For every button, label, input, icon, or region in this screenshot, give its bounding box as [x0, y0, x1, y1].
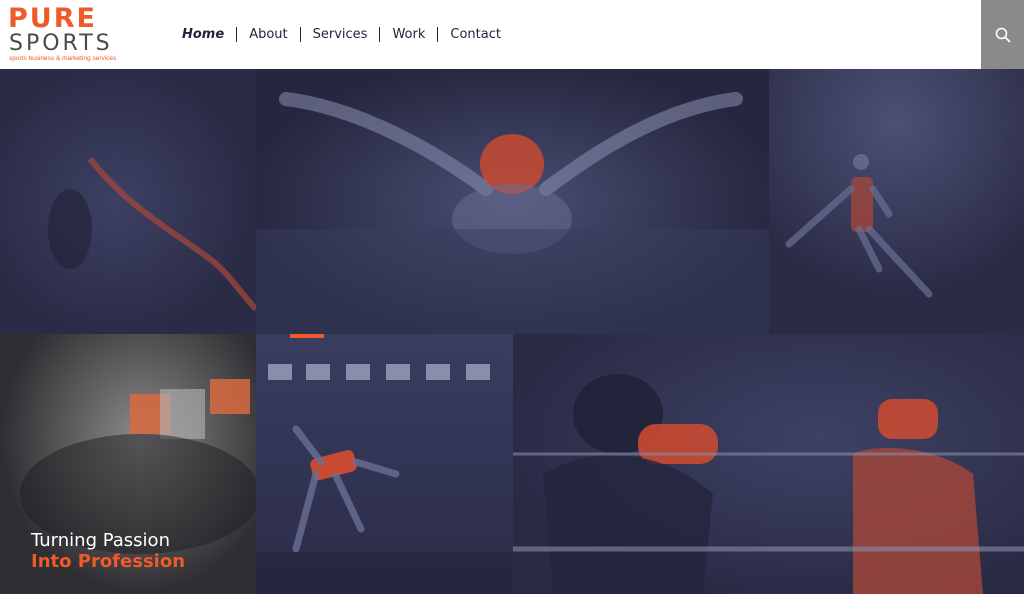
crossfit-rope-photo	[0, 69, 256, 334]
basketball-player-photo	[769, 69, 1024, 334]
player-silhouette	[785, 154, 933, 298]
main-nav: Home About Services Work Contact	[182, 24, 501, 44]
nav-divider	[437, 26, 439, 42]
hero-line-2: Into Profession	[31, 551, 186, 572]
hero-line-1: Turning Passion	[31, 530, 170, 551]
nav-services[interactable]: Services	[313, 27, 368, 42]
boxers-silhouette	[513, 374, 1024, 594]
search-button[interactable]	[981, 0, 1024, 69]
nav-home[interactable]: Home	[182, 27, 224, 42]
swimmer-butterfly-photo	[256, 69, 769, 334]
logo-pure-text: PURE	[8, 3, 97, 34]
logo-sports-text: SPORTS	[9, 31, 113, 56]
boxing-match-photo	[513, 334, 1024, 594]
sprinter-start-photo	[256, 334, 513, 594]
search-icon	[995, 27, 1011, 43]
nav-about[interactable]: About	[249, 27, 287, 42]
nav-divider	[379, 26, 381, 42]
logo[interactable]: PURE SPORTS sports business & marketing …	[8, 3, 138, 66]
nav-divider	[236, 26, 238, 42]
nav-contact[interactable]: Contact	[450, 27, 501, 42]
nav-divider	[299, 26, 301, 42]
sprinter-silhouette	[256, 364, 513, 594]
hero-tagline: Turning Passion Into Profession	[31, 530, 185, 572]
swimmer-silhouette	[256, 92, 769, 334]
site-header: PURE SPORTS sports business & marketing …	[0, 0, 1024, 69]
nav-work[interactable]: Work	[392, 27, 425, 42]
rope-silhouette	[48, 157, 256, 312]
logo-tagline: sports business & marketing services	[9, 55, 117, 62]
active-tile-indicator	[290, 334, 324, 338]
